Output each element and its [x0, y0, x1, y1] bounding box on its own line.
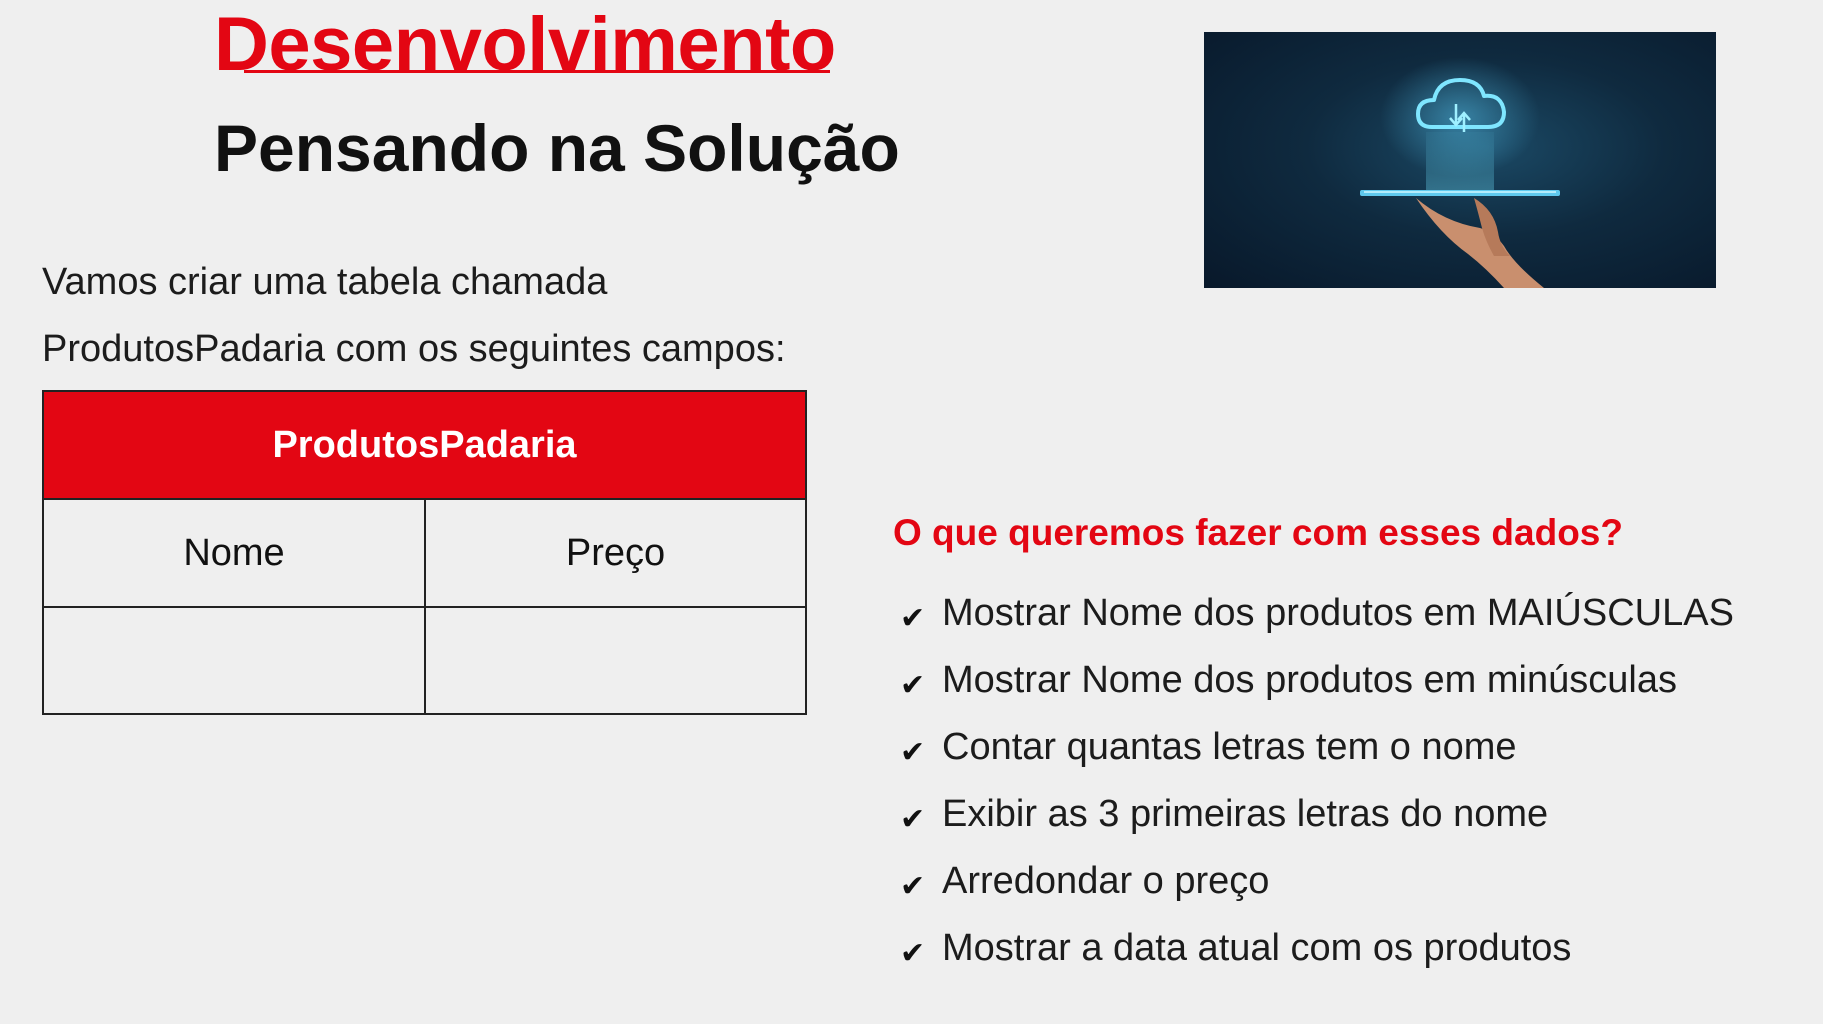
cloud-tablet-image [1204, 32, 1716, 288]
list-item: ✔ Mostrar Nome dos produtos em minúscula… [900, 647, 1734, 714]
checkmark-icon: ✔ [900, 602, 926, 635]
produtos-padaria-table: ProdutosPadaria Nome Preço [42, 390, 807, 715]
title-underline [244, 70, 830, 73]
goals-checklist: ✔ Mostrar Nome dos produtos em MAIÚSCULA… [900, 580, 1734, 982]
column-header-preco: Preço [426, 500, 805, 608]
intro-line: Vamos criar uma tabela chamada [42, 261, 608, 303]
intro-text: Vamos criar uma tabela chamada ProdutosP… [42, 248, 786, 382]
list-item: ✔ Arredondar o preço [900, 848, 1734, 915]
list-item-text: Exibir as 3 primeiras letras do nome [942, 793, 1549, 835]
list-item-text: Arredondar o preço [942, 860, 1270, 902]
checkmark-icon: ✔ [900, 736, 926, 769]
list-item-text: Contar quantas letras tem o nome [942, 726, 1517, 768]
list-item: ✔ Exibir as 3 primeiras letras do nome [900, 781, 1734, 848]
slide-title: Desenvolvimento [214, 2, 836, 87]
list-item: ✔ Mostrar a data atual com os produtos [900, 915, 1734, 982]
cloud-sync-icon [1360, 57, 1560, 288]
checkmark-icon: ✔ [900, 669, 926, 702]
list-item: ✔ Mostrar Nome dos produtos em MAIÚSCULA… [900, 580, 1734, 647]
table-cell [44, 608, 426, 713]
list-item-text: Mostrar Nome dos produtos em minúsculas [942, 659, 1677, 701]
column-header-nome: Nome [44, 500, 426, 608]
table-cell [426, 608, 805, 713]
slide-subtitle: Pensando na Solução [214, 111, 900, 185]
checkmark-icon: ✔ [900, 937, 926, 970]
checkmark-icon: ✔ [900, 870, 926, 903]
list-item: ✔ Contar quantas letras tem o nome [900, 714, 1734, 781]
question-heading: O que queremos fazer com esses dados? [893, 512, 1623, 553]
table-header: ProdutosPadaria [44, 392, 805, 500]
list-item-text: Mostrar a data atual com os produtos [942, 927, 1572, 969]
checkmark-icon: ✔ [900, 803, 926, 836]
list-item-text: Mostrar Nome dos produtos em MAIÚSCULAS [942, 592, 1734, 634]
intro-line: ProdutosPadaria com os seguintes campos: [42, 328, 786, 370]
